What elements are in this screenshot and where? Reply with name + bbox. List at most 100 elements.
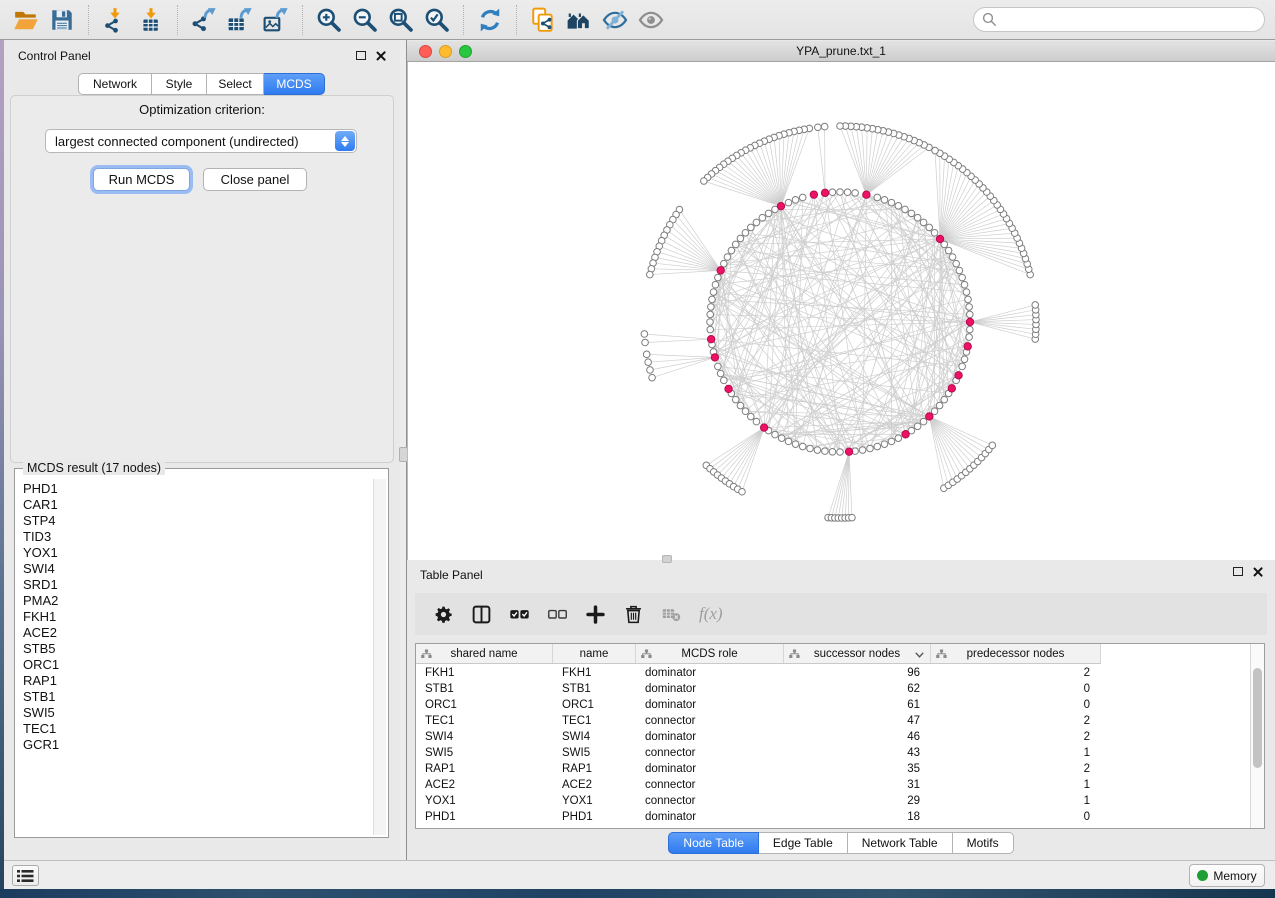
table-row[interactable]: STB1STB1dominator620 — [416, 681, 1250, 697]
show-columns-icon[interactable] — [469, 602, 493, 626]
mcds-result-item[interactable]: STB1 — [23, 689, 372, 705]
mcds-result-item[interactable]: PHD1 — [23, 481, 372, 497]
graph-node[interactable] — [721, 260, 728, 267]
graph-node[interactable] — [732, 241, 739, 248]
horizontal-splitter-handle[interactable] — [662, 555, 672, 563]
export-image-icon[interactable] — [261, 5, 291, 35]
graph-node[interactable] — [966, 311, 973, 318]
table-scrollbar-thumb[interactable] — [1253, 668, 1262, 768]
graph-hub-node[interactable] — [964, 343, 971, 350]
table-row[interactable]: PHD1PHD1dominator180 — [416, 809, 1250, 825]
graph-node[interactable] — [643, 351, 650, 358]
graph-node[interactable] — [908, 210, 915, 217]
tab-network-table[interactable]: Network Table — [848, 832, 953, 854]
table-scrollbar[interactable] — [1250, 644, 1264, 828]
graph-node[interactable] — [747, 413, 754, 420]
graph-node[interactable] — [753, 418, 760, 425]
graph-hub-node[interactable] — [966, 318, 973, 325]
open-session-icon[interactable] — [11, 5, 41, 35]
graph-node[interactable] — [1032, 302, 1039, 309]
graph-node[interactable] — [742, 408, 749, 415]
graph-node[interactable] — [941, 396, 948, 403]
mcds-result-item[interactable]: RAP1 — [23, 673, 372, 689]
graph-node[interactable] — [799, 443, 806, 450]
graph-node[interactable] — [881, 197, 888, 204]
export-network-icon[interactable] — [189, 5, 219, 35]
mcds-result-item[interactable]: CAR1 — [23, 497, 372, 513]
graph-node[interactable] — [737, 402, 744, 409]
graph-hub-node[interactable] — [902, 431, 909, 438]
close-panel-button[interactable]: Close panel — [203, 168, 307, 191]
graph-node[interactable] — [859, 447, 866, 454]
graph-node[interactable] — [814, 447, 821, 454]
graph-hub-node[interactable] — [707, 335, 714, 342]
graph-node[interactable] — [753, 219, 760, 226]
graph-node[interactable] — [647, 271, 654, 278]
graph-node[interactable] — [914, 214, 921, 221]
table-row[interactable]: YOX1YOX1connector291 — [416, 793, 1250, 809]
graph-hub-node[interactable] — [711, 354, 718, 361]
graph-node[interactable] — [739, 488, 746, 495]
mcds-result-item[interactable]: STB5 — [23, 641, 372, 657]
graph-hub-node[interactable] — [821, 189, 828, 196]
tab-select[interactable]: Select — [207, 73, 264, 95]
graph-node[interactable] — [715, 274, 722, 281]
graph-node[interactable] — [822, 448, 829, 455]
graph-node[interactable] — [989, 442, 996, 449]
graph-hub-node[interactable] — [717, 267, 724, 274]
table-row[interactable]: RAP1RAP1dominator352 — [416, 761, 1250, 777]
table-row[interactable]: SWI5SWI5connector431 — [416, 745, 1250, 761]
graph-node[interactable] — [895, 203, 902, 210]
mcds-result-item[interactable]: STP4 — [23, 513, 372, 529]
graph-node[interactable] — [959, 274, 966, 281]
function-builder-icon[interactable]: f(x) — [699, 604, 723, 624]
mcds-result-item[interactable]: GCR1 — [23, 737, 372, 753]
column-header-MCDS-role[interactable]: MCDS role — [636, 644, 784, 663]
mcds-result-item[interactable]: FKH1 — [23, 609, 372, 625]
graph-node[interactable] — [874, 443, 881, 450]
graph-node[interactable] — [708, 304, 715, 311]
refresh-icon[interactable] — [475, 5, 505, 35]
graph-node[interactable] — [961, 281, 968, 288]
graph-node[interactable] — [881, 441, 888, 448]
graph-node[interactable] — [936, 402, 943, 409]
graph-node[interactable] — [707, 326, 714, 333]
graph-node[interactable] — [772, 431, 779, 438]
task-history-button[interactable] — [12, 865, 39, 886]
zoom-selected-icon[interactable] — [422, 5, 452, 35]
zoom-in-icon[interactable] — [314, 5, 344, 35]
graph-hub-node[interactable] — [760, 424, 767, 431]
mcds-result-item[interactable]: ACE2 — [23, 625, 372, 641]
graph-node[interactable] — [966, 334, 973, 341]
graph-node[interactable] — [949, 254, 956, 261]
select-all-icon[interactable] — [507, 602, 531, 626]
graph-node[interactable] — [641, 331, 648, 338]
delete-rows-icon[interactable] — [621, 602, 645, 626]
graph-node[interactable] — [807, 445, 814, 452]
graph-node[interactable] — [888, 438, 895, 445]
network-graph[interactable] — [408, 62, 1275, 560]
graph-hub-node[interactable] — [845, 448, 852, 455]
graph-node[interactable] — [852, 190, 859, 197]
graph-node[interactable] — [874, 194, 881, 201]
graph-hub-node[interactable] — [810, 191, 817, 198]
graph-node[interactable] — [765, 210, 772, 217]
first-neighbors-icon[interactable] — [564, 5, 594, 35]
mcds-result-item[interactable]: ORC1 — [23, 657, 372, 673]
graph-hub-node[interactable] — [926, 413, 933, 420]
graph-node[interactable] — [728, 247, 735, 254]
graph-node[interactable] — [966, 326, 973, 333]
graph-node[interactable] — [717, 370, 724, 377]
criterion-select[interactable]: largest connected component (undirected) — [45, 129, 357, 153]
graph-node[interactable] — [737, 235, 744, 242]
graph-node[interactable] — [953, 260, 960, 267]
graph-node[interactable] — [829, 448, 836, 455]
graph-node[interactable] — [963, 289, 970, 296]
graph-node[interactable] — [778, 435, 785, 442]
tab-mcds[interactable]: MCDS — [264, 73, 325, 95]
mcds-result-list[interactable]: PHD1CAR1STP4TID3YOX1SWI4SRD1PMA2FKH1ACE2… — [17, 481, 372, 835]
tab-network[interactable]: Network — [78, 73, 152, 95]
add-column-icon[interactable] — [583, 602, 607, 626]
column-header-shared-name[interactable]: shared name — [416, 644, 553, 663]
graph-node[interactable] — [914, 423, 921, 430]
